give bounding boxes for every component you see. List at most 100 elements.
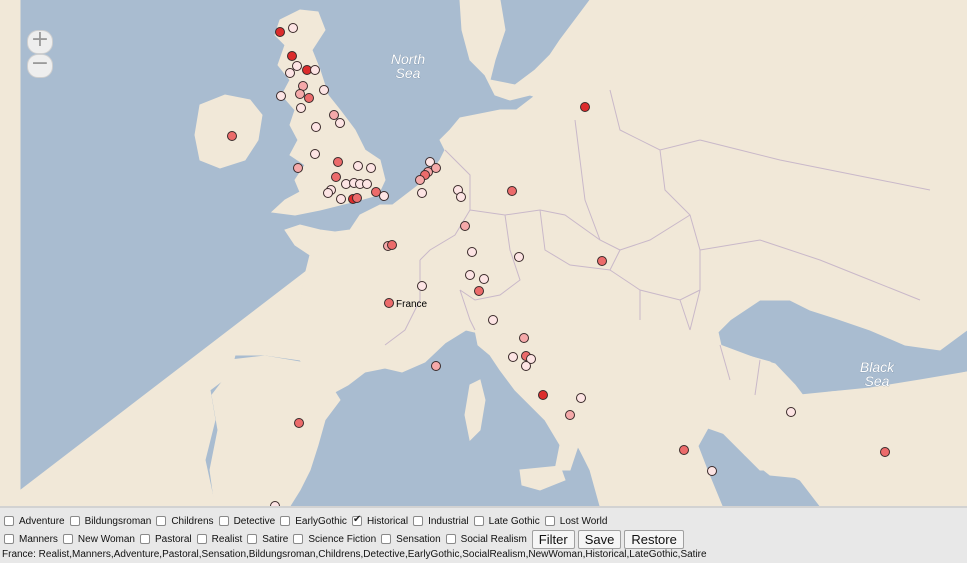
map-marker[interactable] (294, 418, 304, 428)
checkbox-historical[interactable]: Historical (351, 514, 408, 527)
map-marker[interactable] (319, 85, 329, 95)
restore-button[interactable]: Restore (624, 529, 684, 549)
map-marker[interactable] (352, 193, 362, 203)
map-marker[interactable] (576, 393, 586, 403)
map-marker[interactable] (460, 221, 470, 231)
checkbox-box[interactable] (196, 534, 207, 544)
map-marker[interactable] (519, 333, 529, 343)
map-marker[interactable] (707, 466, 717, 476)
map-marker[interactable] (507, 186, 517, 196)
checkbox-detective[interactable]: Detective (218, 516, 275, 527)
map-marker[interactable] (474, 286, 484, 296)
map-marker[interactable] (488, 315, 498, 325)
checkbox-box[interactable] (247, 534, 258, 544)
map-marker[interactable] (379, 191, 389, 201)
checkbox-adventure[interactable]: Adventure (4, 516, 65, 527)
map-marker[interactable] (521, 361, 531, 371)
map-marker[interactable] (479, 274, 489, 284)
checkbox-industrial[interactable]: Industrial (413, 516, 469, 527)
checkbox-sensation[interactable]: Sensation (381, 533, 441, 545)
map-marker[interactable] (508, 352, 518, 362)
checkbox-childrens[interactable]: Childrens (156, 516, 214, 527)
sea-label-black-sea-2: Sea (865, 373, 890, 389)
map-marker[interactable] (362, 179, 372, 189)
checkbox-box[interactable] (544, 516, 555, 526)
map-marker[interactable] (465, 270, 475, 280)
checkbox-box[interactable] (218, 516, 229, 526)
map-marker[interactable] (329, 110, 339, 120)
map-marker[interactable] (270, 501, 280, 507)
map-marker[interactable] (467, 247, 477, 257)
checkbox-box[interactable] (280, 516, 291, 526)
zoom-out-button[interactable]: − (27, 53, 53, 78)
map-marker[interactable] (227, 131, 237, 141)
map-marker[interactable] (417, 281, 427, 291)
map-canvas[interactable]: North Sea Black Sea France (0, 0, 967, 506)
map-marker[interactable] (335, 118, 345, 128)
map-marker[interactable] (275, 27, 285, 37)
map-marker[interactable] (304, 93, 314, 103)
map-marker[interactable] (431, 163, 441, 173)
checkbox-box[interactable] (381, 534, 392, 544)
checkbox-box[interactable] (351, 514, 362, 526)
checkbox-label: Adventure (19, 515, 65, 527)
map-marker[interactable] (384, 298, 394, 308)
map-view[interactable]: North Sea Black Sea France + − (0, 0, 967, 508)
checkbox-box[interactable] (4, 516, 14, 526)
map-marker[interactable] (288, 23, 298, 33)
map-marker[interactable] (456, 192, 466, 202)
checkbox-bildungsroman[interactable]: Bildungsroman (69, 516, 151, 527)
map-marker[interactable] (311, 122, 321, 132)
map-marker[interactable] (786, 407, 796, 417)
map-marker[interactable] (415, 175, 425, 185)
checkbox-box[interactable] (139, 534, 150, 544)
map-marker[interactable] (336, 194, 346, 204)
map-marker[interactable] (296, 103, 306, 113)
map-marker[interactable] (310, 149, 320, 159)
checkbox-manners[interactable]: Manners (4, 534, 58, 545)
map-marker[interactable] (353, 161, 363, 171)
map-marker[interactable] (387, 240, 397, 250)
checkbox-label: Sensation (396, 533, 441, 545)
map-marker[interactable] (323, 188, 333, 198)
checkbox-realist[interactable]: Realist (196, 534, 242, 545)
map-marker[interactable] (333, 157, 343, 167)
checkbox-earlygothic[interactable]: EarlyGothic (280, 516, 347, 527)
checkbox-social-realism[interactable]: Social Realism (445, 534, 527, 545)
filter-button[interactable]: Filter (531, 529, 575, 549)
map-marker[interactable] (514, 252, 524, 262)
map-marker[interactable] (565, 410, 575, 420)
map-marker[interactable] (292, 61, 302, 71)
checkbox-new-woman[interactable]: New Woman (62, 534, 135, 545)
checkbox-box[interactable] (69, 516, 80, 526)
checkbox-box[interactable] (293, 534, 304, 544)
map-marker[interactable] (880, 447, 890, 457)
map-marker[interactable] (580, 102, 590, 112)
checkbox-pastoral[interactable]: Pastoral (139, 534, 192, 545)
map-marker[interactable] (431, 361, 441, 371)
checkbox-box[interactable] (413, 516, 424, 526)
map-marker[interactable] (597, 256, 607, 266)
checkbox-lost-world[interactable]: Lost World (544, 516, 607, 527)
checkbox-box[interactable] (473, 516, 484, 526)
map-marker[interactable] (293, 163, 303, 173)
map-marker[interactable] (295, 89, 305, 99)
map-marker[interactable] (679, 445, 689, 455)
map-marker[interactable] (310, 65, 320, 75)
checkbox-box[interactable] (62, 534, 73, 544)
map-marker[interactable] (366, 163, 376, 173)
map-marker[interactable] (276, 91, 286, 101)
map-marker[interactable] (285, 68, 295, 78)
map-marker[interactable] (287, 51, 297, 61)
map-marker[interactable] (417, 188, 427, 198)
checkbox-box[interactable] (156, 516, 167, 526)
checkbox-science-fiction[interactable]: Science Fiction (293, 534, 376, 545)
checkbox-label: Industrial (428, 515, 469, 527)
map-marker[interactable] (331, 172, 341, 182)
checkbox-box[interactable] (445, 534, 456, 544)
checkbox-late-gothic[interactable]: Late Gothic (473, 516, 540, 527)
checkbox-satire[interactable]: Satire (247, 534, 288, 545)
checkbox-box[interactable] (4, 534, 14, 544)
map-marker[interactable] (538, 390, 548, 400)
save-button[interactable]: Save (577, 529, 622, 549)
